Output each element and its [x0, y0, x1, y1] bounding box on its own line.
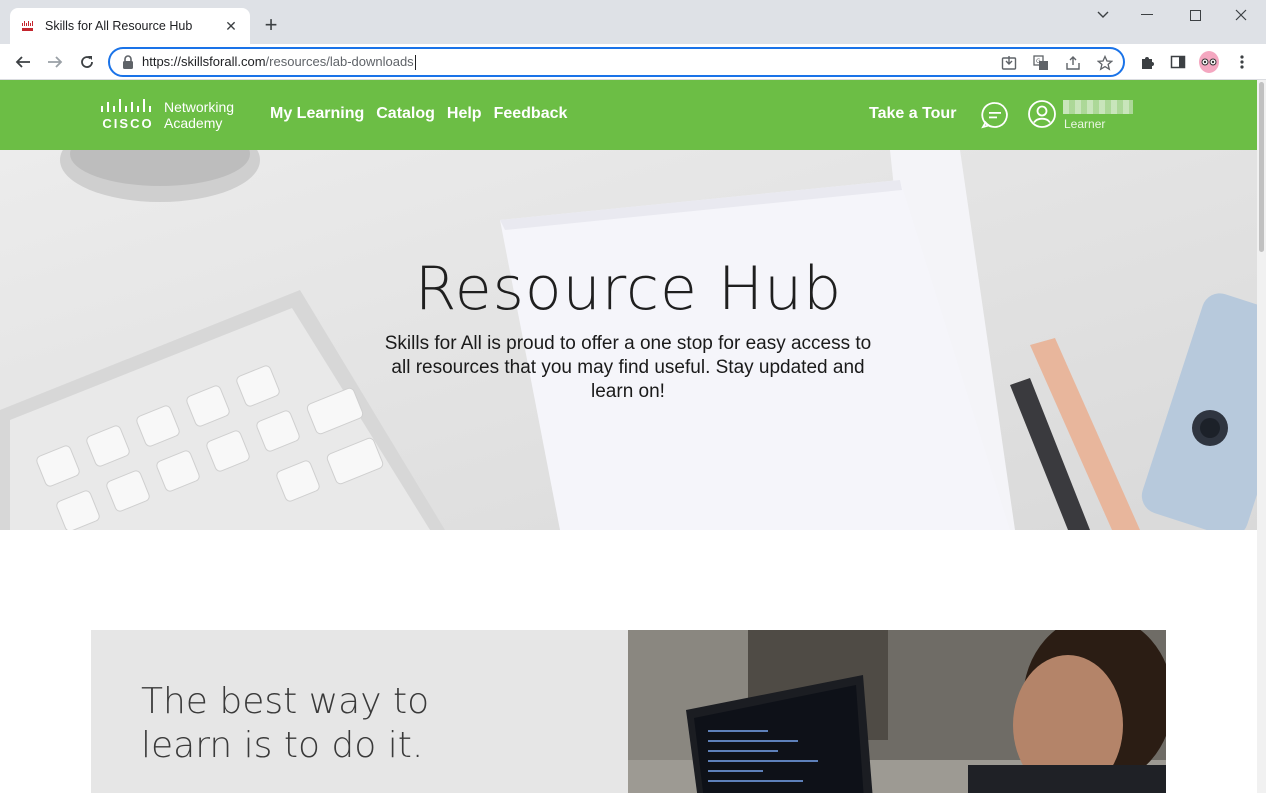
promo-heading: The best way to learn is to do it.: [141, 681, 430, 766]
cisco-logo: CISCO: [100, 98, 156, 131]
back-arrow-icon[interactable]: [10, 49, 36, 75]
url-text: https://skillsforall.com/resources/lab-d…: [142, 53, 416, 71]
person-laptop-image: [628, 630, 1166, 793]
networking-academy-logo[interactable]: CISCO Networking Academy: [100, 98, 234, 131]
chat-icon[interactable]: [980, 100, 1010, 130]
nav-feedback[interactable]: Feedback: [494, 105, 568, 123]
page-scrollbar[interactable]: [1257, 80, 1266, 793]
browser-menu-icon[interactable]: [1232, 52, 1252, 72]
browser-toolbar: https://skillsforall.com/resources/lab-d…: [0, 44, 1266, 80]
promo-card: The best way to learn is to do it.: [91, 630, 1166, 793]
user-account-icon[interactable]: [1027, 99, 1057, 129]
close-window-icon[interactable]: [1221, 4, 1261, 26]
promo-text-panel: The best way to learn is to do it.: [91, 630, 628, 793]
forward-arrow-icon[interactable]: [42, 49, 68, 75]
lock-icon[interactable]: [122, 55, 134, 69]
user-role-label: Learner: [1064, 117, 1106, 131]
logo-academy-text: Networking Academy: [164, 98, 235, 131]
close-tab-icon[interactable]: ✕: [222, 17, 240, 35]
scrollbar-thumb[interactable]: [1259, 82, 1264, 252]
hero-description: Skills for All is proud to offer a one s…: [384, 333, 872, 402]
maximize-icon[interactable]: [1175, 4, 1215, 26]
nav-help[interactable]: Help: [447, 105, 482, 123]
cisco-bars-icon: [101, 99, 151, 112]
translate-icon[interactable]: G: [1032, 54, 1050, 72]
browser-tabstrip: Skills for All Resource Hub ✕ +: [0, 0, 1266, 44]
web-page: CISCO Networking Academy My Learning Cat…: [0, 80, 1257, 793]
extensions-puzzle-icon[interactable]: [1137, 52, 1157, 72]
bookmark-star-icon[interactable]: [1096, 54, 1114, 72]
cisco-wordmark: CISCO: [102, 116, 154, 131]
profile-avatar[interactable]: [1199, 51, 1219, 73]
site-header: CISCO Networking Academy My Learning Cat…: [0, 80, 1257, 150]
redacted-user-name[interactable]: [1063, 100, 1133, 114]
install-app-icon[interactable]: [1000, 54, 1018, 72]
side-panel-icon[interactable]: [1168, 52, 1188, 72]
hero-title: Resource Hub: [414, 254, 843, 324]
nav-my-learning[interactable]: My Learning: [270, 105, 364, 123]
browser-tab[interactable]: Skills for All Resource Hub ✕: [10, 8, 250, 44]
cisco-favicon-icon: [20, 18, 36, 34]
reload-icon[interactable]: [74, 49, 100, 75]
hero-banner: Resource Hub Skills for All is proud to …: [0, 150, 1257, 530]
address-bar[interactable]: https://skillsforall.com/resources/lab-d…: [108, 47, 1125, 77]
svg-text:G: G: [1036, 58, 1041, 65]
share-icon[interactable]: [1064, 54, 1082, 72]
profile-glasses-icon: [1199, 51, 1219, 73]
nav-catalog[interactable]: Catalog: [376, 105, 435, 123]
tab-title: Skills for All Resource Hub: [45, 19, 193, 33]
new-tab-button[interactable]: +: [260, 12, 282, 37]
tab-search-icon[interactable]: [1083, 4, 1123, 26]
main-nav: My Learning Catalog Help Feedback: [270, 105, 579, 123]
minimize-icon[interactable]: [1127, 4, 1167, 26]
take-a-tour-link[interactable]: Take a Tour: [869, 105, 956, 123]
